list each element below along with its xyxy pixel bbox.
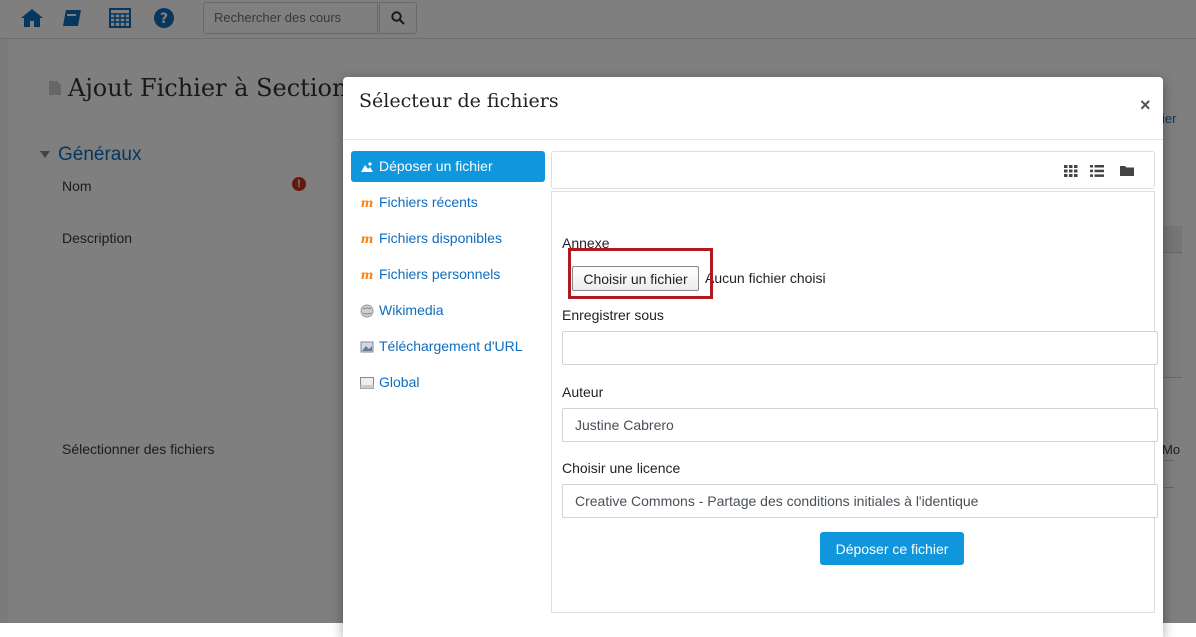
grid-view-icon[interactable] xyxy=(1062,162,1080,180)
author-input[interactable]: Justine Cabrero xyxy=(562,408,1158,442)
repo-label: Fichiers disponibles xyxy=(379,230,502,246)
repo-label: Global xyxy=(379,374,420,390)
save-as-input[interactable] xyxy=(562,331,1158,365)
license-select[interactable]: Creative Commons - Partage des condition… xyxy=(562,484,1158,518)
moodle-icon: m xyxy=(360,195,374,210)
repo-label: Fichiers personnels xyxy=(379,266,501,282)
wikimedia-icon xyxy=(360,304,374,318)
close-icon: × xyxy=(1140,95,1151,115)
repo-global[interactable]: Global xyxy=(351,367,545,398)
moodle-icon: m xyxy=(360,231,374,246)
author-label: Auteur xyxy=(562,384,604,400)
repo-recent-files[interactable]: m Fichiers récents xyxy=(351,187,545,218)
close-button[interactable]: × xyxy=(1140,95,1151,116)
file-picker-dialog: Sélecteur de fichiers × Déposer un fichi… xyxy=(343,77,1163,637)
repo-label: Wikimedia xyxy=(379,302,444,318)
upload-file-button[interactable]: Déposer ce fichier xyxy=(820,532,964,565)
repo-label: Fichiers récents xyxy=(379,194,478,210)
repo-wikimedia[interactable]: Wikimedia xyxy=(351,295,545,326)
choose-file-button[interactable]: Choisir un fichier xyxy=(572,266,699,291)
repo-upload-file[interactable]: Déposer un fichier xyxy=(351,151,545,182)
moodle-icon: m xyxy=(360,267,374,282)
list-view-icon[interactable] xyxy=(1088,162,1106,180)
view-toolbar xyxy=(551,151,1155,189)
repo-url-download[interactable]: Téléchargement d'URL xyxy=(351,331,545,362)
attachment-label: Annexe xyxy=(562,235,610,251)
repository-list: Déposer un fichier m Fichiers récents m … xyxy=(351,151,545,403)
modal-title: Sélecteur de fichiers xyxy=(359,90,559,112)
upload-form: Annexe Choisir un fichier Aucun fichier … xyxy=(551,191,1158,613)
repo-personal-files[interactable]: m Fichiers personnels xyxy=(351,259,545,290)
url-download-icon xyxy=(360,340,374,354)
license-label: Choisir une licence xyxy=(562,460,681,476)
global-icon xyxy=(360,376,374,390)
folder-view-icon[interactable] xyxy=(1118,162,1136,180)
repo-available-files[interactable]: m Fichiers disponibles xyxy=(351,223,545,254)
modal-header-divider xyxy=(343,139,1163,140)
save-as-label: Enregistrer sous xyxy=(562,307,664,323)
upload-icon xyxy=(360,160,374,174)
repo-label: Déposer un fichier xyxy=(379,158,493,174)
repo-label: Téléchargement d'URL xyxy=(379,338,523,354)
no-file-chosen-text: Aucun fichier choisi xyxy=(705,270,826,286)
